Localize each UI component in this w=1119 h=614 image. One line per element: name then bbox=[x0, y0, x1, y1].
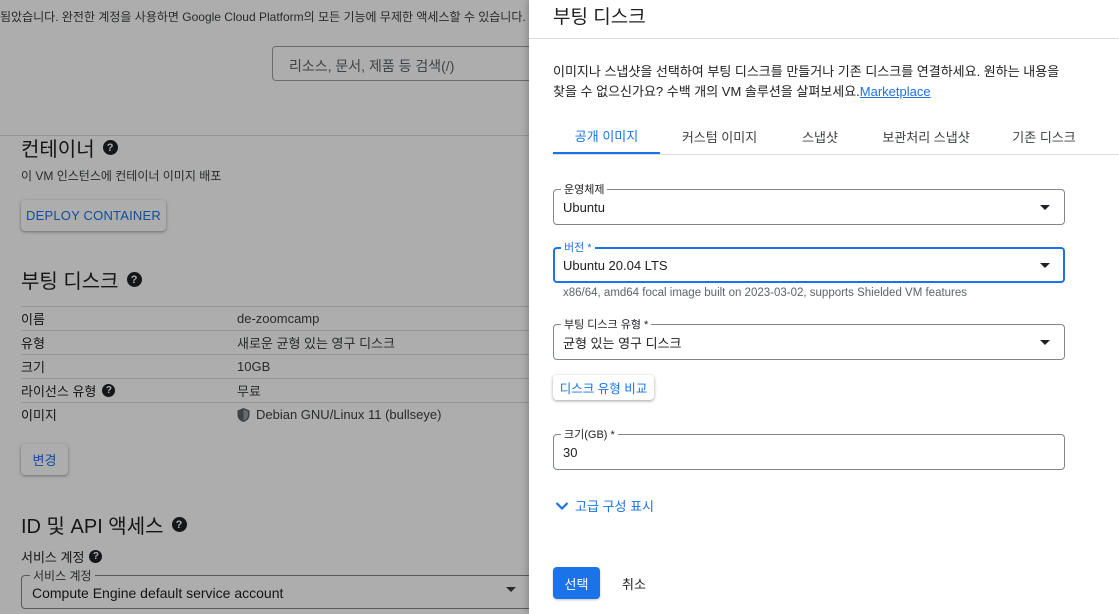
tab-custom-images[interactable]: 커스텀 이미지 bbox=[660, 118, 779, 154]
size-field-label: 크기(GB) * bbox=[561, 426, 618, 442]
tab-public-images[interactable]: 공개 이미지 bbox=[553, 118, 660, 154]
image-source-tabs: 공개 이미지 커스텀 이미지 스냅샷 보관처리 스냅샷 기존 디스크 bbox=[553, 118, 1119, 155]
disk-type-value: 균형 있는 영구 디스크 bbox=[563, 335, 682, 351]
version-select[interactable]: 버전 * Ubuntu 20.04 LTS bbox=[553, 239, 1065, 283]
version-hint: x86/64, amd64 focal image built on 2023-… bbox=[563, 287, 968, 299]
disk-type-select[interactable]: 부팅 디스크 유형 * 균형 있는 영구 디스크 bbox=[553, 316, 1065, 360]
os-field-label: 운영체제 bbox=[561, 181, 608, 197]
description-text: 이미지나 스냅샷을 선택하여 부팅 디스크를 만들거나 기존 디스크를 연결하세… bbox=[553, 64, 1060, 99]
size-value: 30 bbox=[563, 444, 578, 460]
dropdown-arrow-icon bbox=[1040, 205, 1050, 210]
os-select[interactable]: 운영체제 Ubuntu bbox=[553, 181, 1065, 225]
size-input[interactable]: 크기(GB) * 30 bbox=[553, 426, 1065, 470]
tab-snapshots[interactable]: 스냅샷 bbox=[779, 118, 861, 154]
tab-existing-disks[interactable]: 기존 디스크 bbox=[991, 118, 1097, 154]
dropdown-arrow-icon bbox=[1040, 340, 1050, 345]
panel-description: 이미지나 스냅샷을 선택하여 부팅 디스크를 만들거나 기존 디스크를 연결하세… bbox=[553, 62, 1073, 102]
panel-title: 부팅 디스크 bbox=[553, 7, 646, 28]
os-value: Ubuntu bbox=[563, 199, 605, 215]
modal-scrim[interactable] bbox=[0, 0, 529, 614]
dropdown-arrow-icon bbox=[1040, 263, 1050, 268]
advanced-config-toggle[interactable]: 고급 구성 표시 bbox=[555, 496, 654, 515]
version-field-label: 버전 * bbox=[561, 239, 595, 255]
advanced-config-label: 고급 구성 표시 bbox=[575, 499, 654, 514]
divider bbox=[529, 38, 1119, 39]
tab-archive-snapshots[interactable]: 보관처리 스냅샷 bbox=[861, 118, 991, 154]
boot-disk-panel: 부팅 디스크 이미지나 스냅샷을 선택하여 부팅 디스크를 만들거나 기존 디스… bbox=[529, 0, 1119, 614]
marketplace-link[interactable]: Marketplace bbox=[860, 84, 931, 99]
select-button[interactable]: 선택 bbox=[553, 567, 600, 599]
cancel-button[interactable]: 취소 bbox=[614, 567, 654, 599]
chevron-down-icon bbox=[555, 501, 569, 510]
compare-disk-types-button[interactable]: 디스크 유형 비교 bbox=[553, 375, 654, 400]
version-value: Ubuntu 20.04 LTS bbox=[563, 257, 668, 273]
disk-type-field-label: 부팅 디스크 유형 * bbox=[561, 316, 652, 332]
